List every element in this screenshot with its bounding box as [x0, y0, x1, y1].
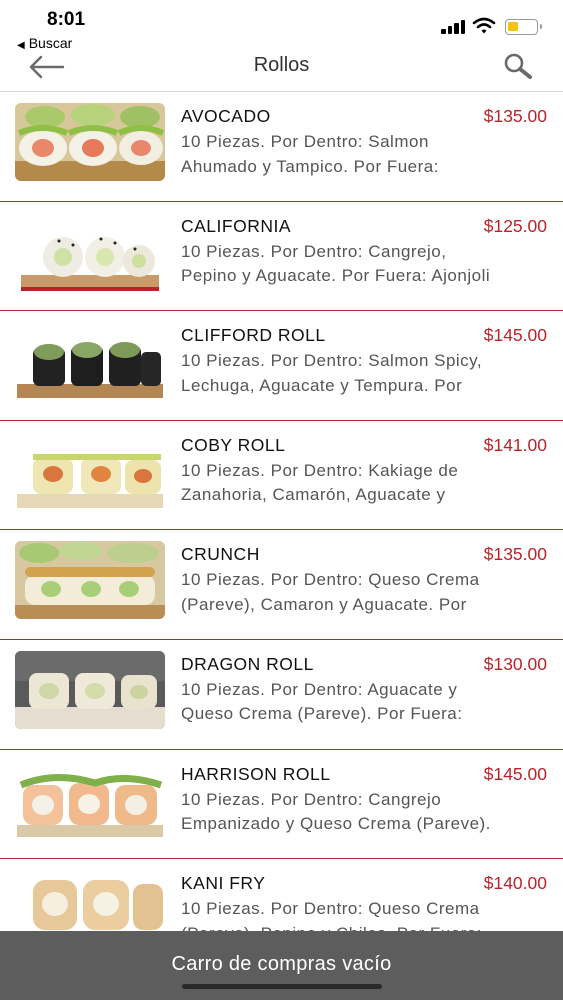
description-line: 10 Piezas. Por Dentro: Cangrejo — [181, 789, 442, 809]
description-line: Empanizado y Queso Crema (Pareve). — [181, 814, 491, 834]
list-item[interactable]: CALIFORNIA $125.00 10 Piezas. Por Dentro… — [0, 202, 563, 312]
back-to-app-link[interactable]: ◀ Buscar — [17, 35, 72, 51]
home-indicator[interactable] — [182, 984, 382, 989]
description-line: 10 Piezas. Por Dentro: Queso Crema — [181, 899, 480, 919]
product-description: 10 Piezas. Por Dentro: Salmon Spicy, Lec… — [181, 349, 551, 399]
product-name: HARRISON ROLL — [181, 763, 331, 784]
status-bar: 8:01 ◀ Buscar — [0, 0, 563, 56]
page-title: Rollos — [253, 54, 310, 76]
product-price: $140.00 — [483, 873, 547, 894]
description-line: 10 Piezas. Por Dentro: Aguacate y — [181, 679, 458, 699]
description-line: (Pareve), Camaron y Aguacate. Por — [181, 594, 467, 614]
product-image — [15, 103, 165, 181]
product-description: 10 Piezas. Por Dentro: Salmon Ahumado y … — [181, 130, 551, 180]
product-price: $130.00 — [483, 653, 547, 674]
product-image — [15, 760, 165, 839]
battery-icon — [505, 19, 542, 35]
list-item[interactable]: CRUNCH $135.00 10 Piezas. Por Dentro: Qu… — [0, 530, 563, 640]
product-name: CRUNCH — [181, 544, 260, 565]
cart-status-label: Carro de compras vacío — [171, 953, 392, 975]
product-price: $135.00 — [483, 544, 547, 565]
product-price: $125.00 — [483, 215, 547, 236]
list-item[interactable]: CLIFFORD ROLL $145.00 10 Piezas. Por Den… — [0, 311, 563, 421]
description-line: 10 Piezas. Por Dentro: Salmon Spicy, — [181, 351, 483, 371]
product-description: 10 Piezas. Por Dentro: Queso Crema (Pare… — [181, 568, 551, 618]
description-line: 10 Piezas. Por Dentro: Queso Crema — [181, 570, 480, 590]
description-line: Pepino y Aguacate. Por Fuera: Ajonjoli — [181, 266, 491, 286]
description-line: Zanahoria, Camarón, Aguacate y — [181, 485, 446, 505]
cellular-signal-icon — [441, 20, 467, 34]
back-to-app-label: Buscar — [28, 35, 73, 51]
description-line: 10 Piezas. Por Dentro: Salmon — [181, 132, 429, 151]
product-price: $135.00 — [483, 106, 547, 126]
description-line: 10 Piezas. Por Dentro: Kakiage de — [181, 460, 459, 480]
product-description: 10 Piezas. Por Dentro: Aguacate y Queso … — [181, 678, 551, 728]
description-line: 10 Piezas. Por Dentro: Cangrejo, — [181, 241, 447, 261]
product-image — [15, 322, 165, 401]
product-image — [15, 541, 165, 620]
product-name: DRAGON ROLL — [181, 653, 314, 674]
product-image — [15, 650, 165, 729]
description-line: Ahumado y Tampico. Por Fuera: — [181, 156, 439, 176]
list-item[interactable]: AVOCADO $135.00 10 Piezas. Por Dentro: S… — [0, 92, 563, 202]
list-item[interactable]: HARRISON ROLL $145.00 10 Piezas. Por Den… — [0, 750, 563, 860]
list-item[interactable]: COBY ROLL $141.00 10 Piezas. Por Dentro:… — [0, 421, 563, 531]
product-list: AVOCADO $135.00 10 Piezas. Por Dentro: S… — [0, 92, 563, 969]
product-description: 10 Piezas. Por Dentro: Kakiage de Zanaho… — [181, 459, 551, 509]
product-name: AVOCADO — [181, 106, 271, 126]
product-image — [15, 212, 165, 291]
product-name: CLIFFORD ROLL — [181, 325, 326, 346]
wifi-icon — [472, 17, 496, 34]
product-price: $145.00 — [483, 763, 547, 784]
product-description: 10 Piezas. Por Dentro: Cangrejo Empaniza… — [181, 788, 551, 838]
status-time: 8:01 — [47, 9, 86, 30]
search-icon[interactable] — [500, 51, 536, 81]
list-item[interactable]: DRAGON ROLL $130.00 10 Piezas. Por Dentr… — [0, 640, 563, 750]
product-name: COBY ROLL — [181, 434, 286, 455]
description-line: Queso Crema (Pareve). Por Fuera: — [181, 704, 463, 724]
product-name: KANI FRY — [181, 873, 266, 894]
product-description: 10 Piezas. Por Dentro: Cangrejo, Pepino … — [181, 240, 551, 290]
back-triangle-icon: ◀ — [17, 40, 25, 51]
product-image — [15, 431, 165, 510]
product-name: CALIFORNIA — [181, 215, 292, 236]
description-line: Lechuga, Aguacate y Tempura. Por — [181, 375, 463, 395]
product-price: $141.00 — [483, 434, 547, 455]
nav-bar: Rollos — [0, 53, 563, 92]
cart-bar[interactable]: Carro de compras vacío — [0, 931, 563, 1000]
product-price: $145.00 — [483, 325, 547, 346]
